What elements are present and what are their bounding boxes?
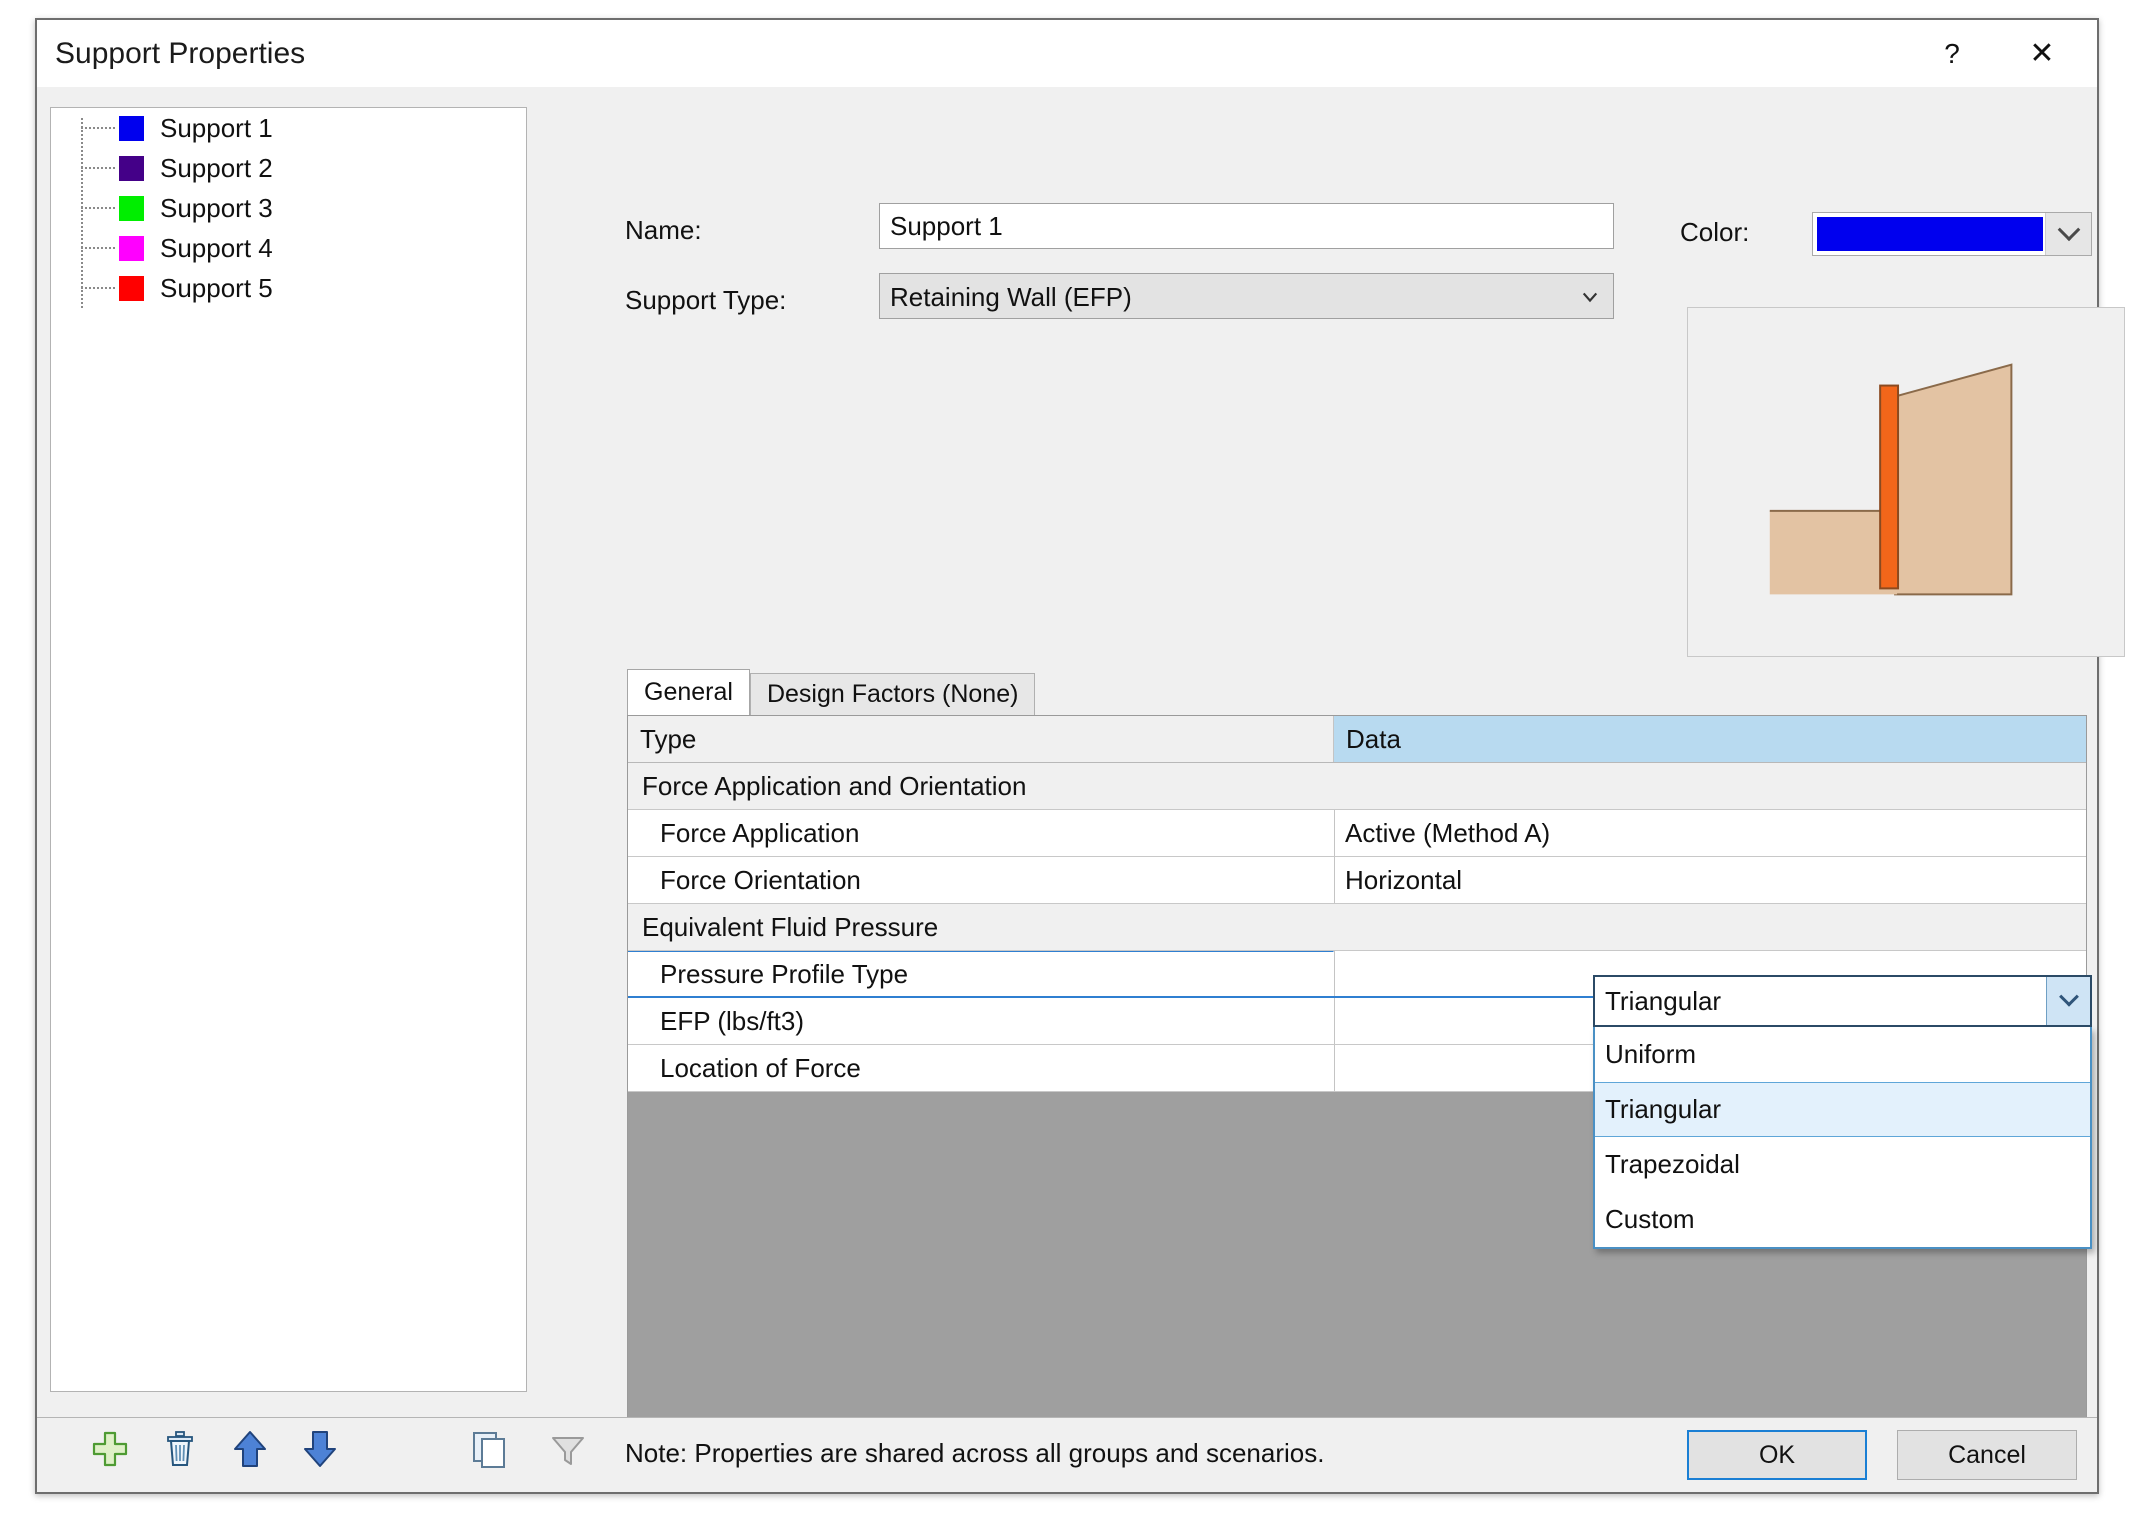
tree-branch-icon xyxy=(81,247,115,249)
tree-branch-icon xyxy=(81,287,115,289)
tree-branch-icon xyxy=(81,207,115,209)
row-value xyxy=(1334,763,2086,809)
support-preview xyxy=(1687,307,2125,657)
table-row[interactable]: Force Application Active (Method A) xyxy=(628,810,2086,857)
add-button[interactable] xyxy=(87,1426,133,1472)
row-label: Force Application xyxy=(628,810,1334,856)
row-label: EFP (lbs/ft3) xyxy=(628,998,1334,1044)
dialog-body: Support 1 Support 2 Support 3 Support 4 xyxy=(37,87,2125,1460)
color-swatch xyxy=(119,155,144,181)
support-type-select[interactable]: Retaining Wall (EFP) xyxy=(879,273,1614,319)
support-type-label: Support Type: xyxy=(625,285,787,315)
row-label: Location of Force xyxy=(628,1045,1334,1091)
color-swatch xyxy=(119,195,144,221)
dialog-footer: Note: Properties are shared across all g… xyxy=(37,1417,2097,1492)
close-icon: ✕ xyxy=(2029,36,2055,70)
chevron-down-icon xyxy=(2058,986,2079,1007)
delete-icon xyxy=(167,1431,193,1466)
move-up-icon xyxy=(234,1431,266,1467)
column-header-data[interactable]: Data xyxy=(1334,716,2086,762)
row-value xyxy=(1334,904,2086,950)
tab-design-factors[interactable]: Design Factors (None) xyxy=(749,673,1036,715)
color-label: Color: xyxy=(1680,217,1750,247)
chevron-down-icon xyxy=(2057,218,2080,242)
force-orientation-value[interactable]: Horizontal xyxy=(1334,857,2086,903)
dropdown-option-triangular[interactable]: Triangular xyxy=(1595,1082,2090,1137)
footer-note: Note: Properties are shared across all g… xyxy=(625,1438,1325,1468)
move-down-button[interactable] xyxy=(297,1426,343,1472)
support-type-value: Retaining Wall (EFP) xyxy=(890,282,1132,312)
list-item[interactable]: Support 5 xyxy=(51,268,526,308)
dropdown-option-custom[interactable]: Custom xyxy=(1595,1192,2090,1247)
move-up-button[interactable] xyxy=(227,1426,273,1472)
list-item[interactable]: Support 1 xyxy=(51,108,526,148)
list-item[interactable]: Support 4 xyxy=(51,228,526,268)
row-label: Equivalent Fluid Pressure xyxy=(642,911,939,942)
list-item[interactable]: Support 2 xyxy=(51,148,526,188)
pressure-profile-type-combobox[interactable]: Triangular xyxy=(1593,975,2092,1027)
row-label: Force Application and Orientation xyxy=(642,770,1027,801)
support-list-panel[interactable]: Support 1 Support 2 Support 3 Support 4 xyxy=(50,107,527,1392)
color-swatch xyxy=(119,235,144,261)
force-application-value[interactable]: Active (Method A) xyxy=(1334,810,2086,856)
row-label: Force Orientation xyxy=(628,857,1334,903)
chevron-down-icon xyxy=(1582,292,1598,303)
color-swatch xyxy=(119,275,144,301)
ok-button[interactable]: OK xyxy=(1687,1430,1867,1480)
filter-button[interactable] xyxy=(545,1426,591,1472)
dropdown-option-trapezoidal[interactable]: Trapezoidal xyxy=(1595,1137,2090,1192)
add-icon xyxy=(92,1431,128,1467)
color-dropdown-button[interactable] xyxy=(2045,213,2091,255)
list-item-label: Support 3 xyxy=(160,192,273,223)
color-swatch-preview xyxy=(1817,217,2043,251)
list-item-label: Support 5 xyxy=(160,272,273,303)
page-title: Support Properties xyxy=(55,37,306,70)
name-label: Name: xyxy=(625,215,702,245)
color-swatch xyxy=(119,115,144,141)
cancel-button[interactable]: Cancel xyxy=(1897,1430,2077,1480)
dropdown-option-uniform[interactable]: Uniform xyxy=(1595,1027,2090,1082)
delete-button[interactable] xyxy=(157,1426,203,1472)
pressure-profile-type-dropdown-list[interactable]: Uniform Triangular Trapezoidal Custom xyxy=(1593,1027,2092,1249)
support-properties-dialog: Support Properties ? ✕ Support 1 Support… xyxy=(35,18,2125,1494)
list-item-label: Support 4 xyxy=(160,232,273,263)
list-item-label: Support 1 xyxy=(160,112,273,143)
table-row[interactable]: Force Orientation Horizontal xyxy=(628,857,2086,904)
row-label: Pressure Profile Type xyxy=(628,951,1334,996)
copy-button[interactable] xyxy=(467,1426,513,1472)
move-down-icon xyxy=(304,1431,336,1467)
title-bar: Support Properties ? ✕ xyxy=(37,20,2097,87)
tree-branch-icon xyxy=(81,167,115,169)
list-item-label: Support 2 xyxy=(160,152,273,183)
grid-header: Type Data xyxy=(628,716,2086,763)
name-input[interactable] xyxy=(879,203,1614,249)
list-toolbar-secondary xyxy=(467,1426,591,1472)
table-row: Force Application and Orientation xyxy=(628,763,2086,810)
tree-branch-icon xyxy=(81,127,115,129)
help-button[interactable]: ? xyxy=(1917,20,1987,87)
list-item[interactable]: Support 3 xyxy=(51,188,526,228)
close-button[interactable]: ✕ xyxy=(2007,20,2077,87)
retaining-wall-diagram-icon xyxy=(1769,363,2013,596)
table-row: Equivalent Fluid Pressure xyxy=(628,904,2086,951)
question-mark-icon: ? xyxy=(1944,37,1960,69)
tab-general[interactable]: General xyxy=(627,669,750,715)
combobox-value: Triangular xyxy=(1605,985,1722,1016)
list-toolbar xyxy=(87,1426,343,1472)
tab-bar: General Design Factors (None) xyxy=(627,669,1036,715)
copy-icon xyxy=(473,1432,505,1468)
filter-icon xyxy=(552,1437,584,1465)
column-header-type[interactable]: Type xyxy=(628,716,1334,762)
combobox-dropdown-button[interactable] xyxy=(2046,977,2090,1025)
color-select[interactable] xyxy=(1812,212,2092,256)
